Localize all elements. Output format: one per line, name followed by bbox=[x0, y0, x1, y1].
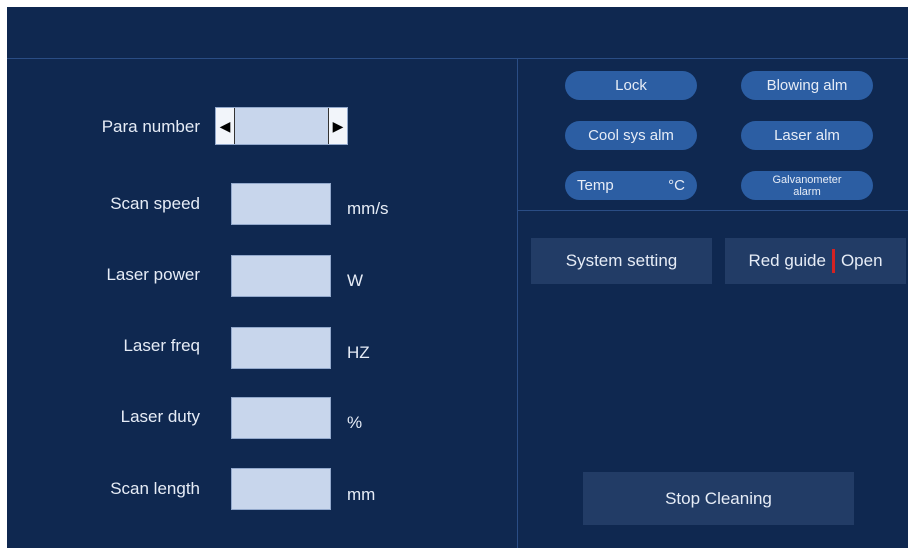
laser-freq-label: Laser freq bbox=[123, 336, 200, 355]
laser-power-input[interactable] bbox=[231, 255, 331, 297]
laser-duty-unit: % bbox=[347, 413, 363, 432]
triangle-left-icon: ◀ bbox=[219, 117, 231, 134]
para-number-label: Para number bbox=[101, 117, 200, 136]
scan-length-unit: mm bbox=[347, 485, 376, 504]
scan-speed-input[interactable] bbox=[231, 183, 331, 225]
cool-sys-alarm-indicator: Cool sys alm bbox=[565, 121, 697, 150]
lock-indicator: Lock bbox=[565, 71, 697, 100]
galvanometer-alarm-indicator: Galvanometer alarm bbox=[741, 171, 873, 200]
red-guide-label: Red guide bbox=[748, 251, 826, 270]
laser-freq-unit: HZ bbox=[347, 343, 370, 362]
galvanometer-alarm-line2: alarm bbox=[793, 185, 821, 198]
red-guide-toggle[interactable]: Red guide Open bbox=[725, 238, 906, 284]
scan-speed-unit: mm/s bbox=[347, 199, 389, 218]
triangle-right-icon: ▶ bbox=[332, 117, 344, 134]
stepper-prev-button[interactable]: ◀ bbox=[216, 108, 235, 144]
temp-unit: °C bbox=[668, 177, 685, 194]
galvanometer-alarm-line1: Galvanometer bbox=[772, 173, 842, 186]
laser-alarm-indicator: Laser alm bbox=[741, 121, 873, 150]
temp-indicator: Temp °C bbox=[565, 171, 697, 200]
system-setting-button[interactable]: System setting bbox=[531, 238, 712, 284]
scan-length-input[interactable] bbox=[231, 468, 331, 510]
stop-cleaning-button[interactable]: Stop Cleaning bbox=[583, 472, 854, 525]
laser-power-unit: W bbox=[347, 271, 364, 290]
laser-duty-input[interactable] bbox=[231, 397, 331, 439]
control-screen: Para number ◀ ▶ Scan speed mm/s Laser po… bbox=[7, 7, 908, 548]
red-guide-status-bar bbox=[831, 249, 835, 273]
scan-speed-label: Scan speed bbox=[110, 194, 200, 213]
scan-length-label: Scan length bbox=[110, 479, 200, 498]
laser-power-label: Laser power bbox=[106, 265, 200, 284]
red-guide-state: Open bbox=[840, 251, 883, 270]
laser-duty-label: Laser duty bbox=[120, 407, 200, 426]
temp-label: Temp bbox=[577, 177, 614, 194]
para-number-stepper[interactable]: ◀ ▶ bbox=[215, 107, 348, 145]
status-divider bbox=[518, 210, 908, 211]
panel-divider bbox=[517, 59, 518, 548]
header-divider bbox=[7, 58, 908, 59]
stepper-next-button[interactable]: ▶ bbox=[328, 108, 347, 144]
blowing-alarm-indicator: Blowing alm bbox=[741, 71, 873, 100]
laser-freq-input[interactable] bbox=[231, 327, 331, 369]
